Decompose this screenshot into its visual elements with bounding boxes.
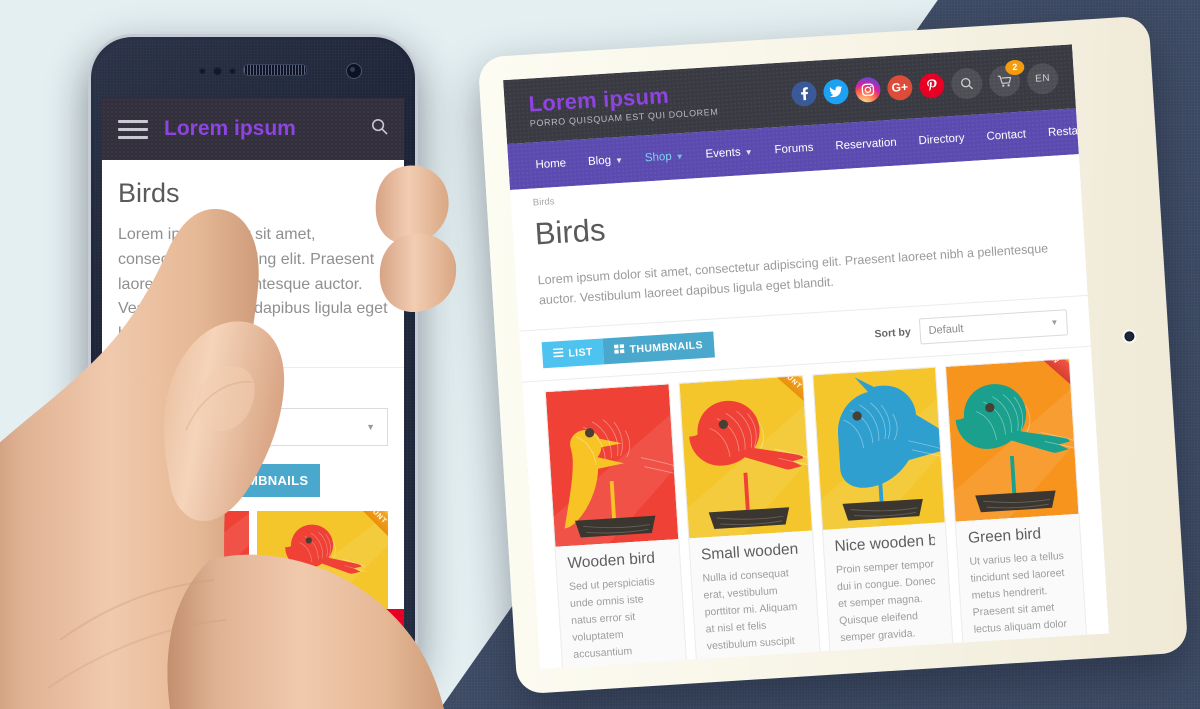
tablet-brand[interactable]: Lorem ipsum PORRO QUISQUAM EST QUI DOLOR… <box>520 81 719 129</box>
nav-item-reservation[interactable]: Reservation <box>824 136 908 153</box>
product-card[interactable]: Nice wooden bird Proin semper tempor dui … <box>811 366 963 670</box>
product-title[interactable]: Green bird <box>967 523 1069 547</box>
nav-item-blog[interactable]: Blog ▼ <box>577 153 635 169</box>
chevron-down-icon: ▼ <box>366 421 375 432</box>
product-card[interactable]: DISCOUNT <box>257 510 388 616</box>
recents-button-icon[interactable] <box>160 636 178 654</box>
google-plus-icon[interactable]: G+ <box>886 74 914 101</box>
phone-screen: Lorem ipsum Birds Lorem ipsum dolor sit … <box>102 98 404 651</box>
phone-view-mode-list-button[interactable]: LIST <box>118 463 190 497</box>
phone-site-header: Lorem ipsum <box>102 98 404 160</box>
sort-by-label: Sort by <box>874 325 912 340</box>
view-mode-list-label: LIST <box>567 345 594 360</box>
twitter-icon[interactable] <box>822 78 850 105</box>
proximity-sensor-icon <box>199 66 206 74</box>
phone-sort-by-value: Default <box>131 418 176 435</box>
phone-sort-by-label: Sort by <box>118 383 163 399</box>
language-label: EN <box>1034 72 1051 85</box>
chevron-down-icon: ▼ <box>744 147 753 157</box>
phone-view-mode-toggle: LIST THUMBNAILS <box>118 463 404 497</box>
thumbnails-icon <box>201 473 214 488</box>
nav-item-home[interactable]: Home <box>524 157 577 172</box>
sort-by-value: Default <box>928 322 964 337</box>
nav-item-label: Reservation <box>835 136 898 153</box>
nav-item-shop[interactable]: Shop ▼ <box>634 149 695 165</box>
cart-count-badge: 2 <box>1004 58 1025 76</box>
phone-top-sensors <box>88 48 418 92</box>
view-mode-thumbnails-button[interactable]: THUMBNAILS <box>602 330 715 364</box>
product-title[interactable]: Wooden bird <box>567 548 669 572</box>
sensor-icon <box>229 66 236 74</box>
earpiece-speaker <box>243 64 307 76</box>
phone-hardware-buttons <box>88 614 418 676</box>
product-card[interactable]: DISCOUNTSmall wooden birdNulla id conseq… <box>678 374 830 670</box>
sort-by-select[interactable]: Default ▼ <box>918 308 1069 344</box>
home-button[interactable] <box>212 627 294 663</box>
nav-item-contact[interactable]: Contact <box>975 128 1037 144</box>
tablet-cart-button[interactable]: 2 <box>988 58 1025 98</box>
product-card-body: Wooden bird Sed ut perspiciatis unde omni… <box>555 539 694 669</box>
product-image[interactable]: DISCOUNT <box>679 375 812 538</box>
instagram-icon[interactable] <box>854 76 882 103</box>
chevron-down-icon: ▼ <box>1050 317 1059 328</box>
tablet-product-grid: Wooden bird Sed ut perspiciatis unde omni… <box>522 346 1109 670</box>
nav-item-label: Events <box>705 146 742 161</box>
tablet-page-content: Birds Birds Lorem ipsum dolor sit amet, … <box>509 154 1110 670</box>
nav-item-directory[interactable]: Directory <box>907 132 976 148</box>
hamburger-menu-icon[interactable] <box>118 119 148 139</box>
phone-search-icon[interactable] <box>371 118 388 140</box>
product-description: Sed ut perspiciatis unde omnis iste natu… <box>568 575 656 669</box>
nav-item-label: Contact <box>986 128 1027 143</box>
chevron-down-icon: ▼ <box>614 155 624 165</box>
view-mode-list-button[interactable]: LIST <box>541 337 605 368</box>
phone-view-mode-thumbnails-label: THUMBNAILS <box>219 472 309 488</box>
tablet-device: Lorem ipsum PORRO QUISQUAM EST QUI DOLOR… <box>477 15 1189 695</box>
nav-item-label: Forums <box>774 141 814 157</box>
nav-item-label: Directory <box>918 132 965 148</box>
nav-item-label: Shop <box>644 150 673 165</box>
phone-brand-name[interactable]: Lorem ipsum <box>164 117 296 141</box>
back-button-icon[interactable] <box>328 636 346 654</box>
tablet-topbar-actions: G+ 2 EN <box>790 58 1059 110</box>
list-icon <box>130 473 142 488</box>
front-camera-icon <box>346 63 362 79</box>
phone-product-grid: DISCOUNT <box>102 497 404 616</box>
product-card-body: Small wooden birdNulla id consequat erat… <box>689 530 821 669</box>
product-title[interactable]: Small wooden bird <box>700 540 802 564</box>
phone-view-mode-thumbnails-button[interactable]: THUMBNAILS <box>189 463 321 497</box>
tablet-search-button[interactable] <box>950 66 984 100</box>
nav-item-forums[interactable]: Forums <box>763 141 825 157</box>
product-card[interactable]: Wooden bird Sed ut perspiciatis unde omni… <box>544 382 696 670</box>
light-sensor-icon <box>213 65 222 75</box>
phone-sort-by-select[interactable]: Default ▼ <box>118 407 388 446</box>
phone-view-mode-list-label: LIST <box>148 472 178 488</box>
chevron-down-icon: ▼ <box>675 151 684 161</box>
product-title[interactable]: Nice wooden bird <box>834 531 936 555</box>
nav-item-events[interactable]: Events ▼ <box>694 145 764 161</box>
product-image[interactable] <box>812 367 945 530</box>
tablet-sort-control: Sort by Default ▼ <box>874 308 1069 347</box>
tablet-language-button[interactable]: EN <box>1026 61 1059 95</box>
product-card[interactable] <box>118 510 249 616</box>
phone-device: Lorem ipsum Birds Lorem ipsum dolor sit … <box>88 34 418 682</box>
thumbnails-icon <box>614 343 625 357</box>
phone-page-intro: Lorem ipsum dolor sit amet, consectetur … <box>102 209 404 368</box>
view-mode-thumbnails-label: THUMBNAILS <box>629 338 704 356</box>
view-mode-toggle: LIST THUMBNAILS <box>541 330 715 368</box>
phone-page-title: Birds <box>118 178 180 208</box>
nav-item-label: Blog <box>587 154 612 168</box>
product-card[interactable]: NEWGreen birdUt varius leo a tellus tinc… <box>945 357 1097 670</box>
product-image[interactable] <box>545 383 678 547</box>
tablet-screen: Lorem ipsum PORRO QUISQUAM EST QUI DOLOR… <box>503 44 1110 670</box>
list-icon <box>553 347 564 360</box>
nav-item-label: Home <box>535 157 567 172</box>
scene: Lorem ipsum PORRO QUISQUAM EST QUI DOLOR… <box>0 0 1200 709</box>
pinterest-icon[interactable] <box>918 72 946 99</box>
facebook-icon[interactable] <box>790 80 818 107</box>
product-image[interactable]: NEW <box>946 358 1079 522</box>
